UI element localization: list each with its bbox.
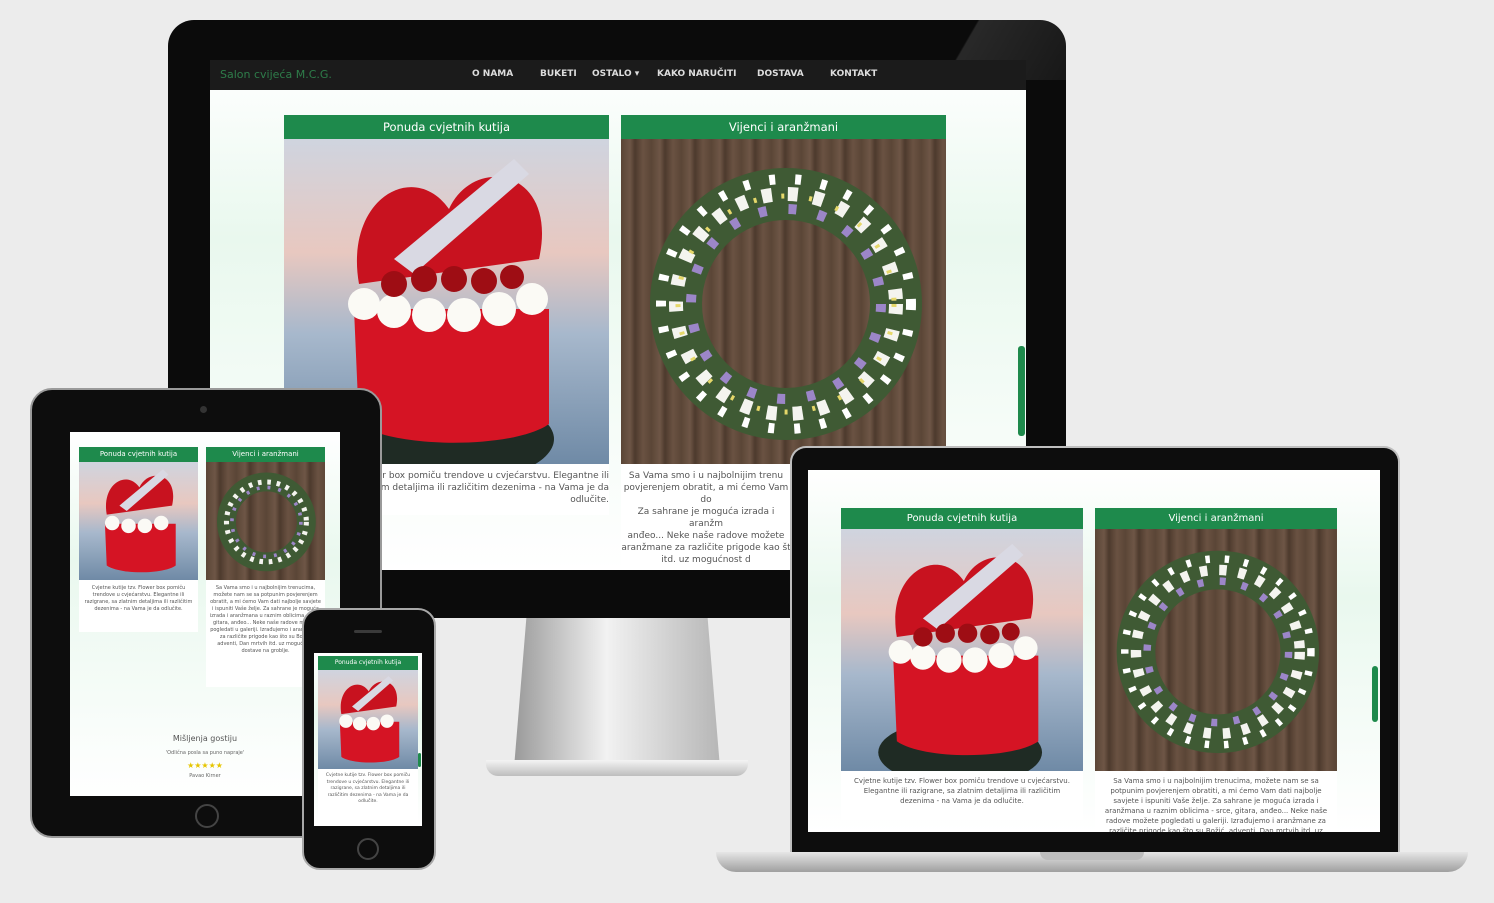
card-title-wreaths: Vijenci i aranžmani [621, 115, 946, 139]
nav-item-o-nama[interactable]: O NAMA [472, 69, 513, 79]
laptop-card-title-wreaths: Vijenci i aranžmani [1095, 508, 1337, 529]
phone-card-title-flower-boxes: Ponuda cvjetnih kutija [318, 656, 418, 670]
laptop-card-text-flower-boxes: Cvjetne kutije tzv. Flower box pomiču tr… [854, 777, 1070, 805]
tablet-heart-box-image [79, 462, 198, 580]
phone-device: Ponuda cvjetnih kutija Cvjetne kutije tz… [302, 608, 436, 870]
tablet-card-title-flower-boxes: Ponuda cvjetnih kutija [79, 447, 198, 462]
scrollbar-thumb[interactable] [1018, 346, 1025, 436]
brand-link[interactable]: Salon cvijeća M.C.G. [220, 68, 332, 81]
laptop-screen: Ponuda cvjetnih kutija Cvjetne kutije tz… [808, 470, 1380, 832]
phone-scrollbar-thumb[interactable] [418, 753, 421, 767]
nav-item-kontakt[interactable]: KONTAKT [830, 69, 877, 79]
wreath-image [621, 139, 946, 464]
tablet-camera [200, 406, 207, 413]
tablet-card-text-flower-boxes: Cvjetne kutije tzv. Flower box pomiču tr… [84, 585, 193, 612]
laptop-heart-box-image [841, 529, 1083, 771]
nav-item-kako-naruciti[interactable]: KAKO NARUČITI [657, 69, 736, 79]
testimonial-author: Pavao Kirner [189, 773, 221, 779]
monitor-stand-neck [514, 618, 720, 768]
nav-item-dostava[interactable]: DOSTAVA [757, 69, 804, 79]
laptop-card-text-wreaths: Sa Vama smo i u najbolnijim trenucima, m… [1104, 777, 1328, 832]
testimonial-stars: ★★★★★ [187, 761, 223, 770]
nav-item-ostalo[interactable]: OSTALO ▾ [592, 69, 639, 79]
laptop-device: Ponuda cvjetnih kutija Cvjetne kutije tz… [790, 446, 1400, 860]
card-text-wreaths: Sa Vama smo i u najbolnijim trenu povjer… [621, 471, 791, 565]
tablet-card-title-wreaths: Vijenci i aranžmani [206, 447, 325, 462]
testimonial-quote: 'Odlična posla sa puno napraje' [165, 750, 245, 756]
phone-home-button[interactable] [357, 838, 379, 860]
tablet-home-button[interactable] [195, 804, 219, 828]
phone-speaker [354, 630, 382, 633]
tablet-card-flower-boxes: Ponuda cvjetnih kutija Cvjetne kutije tz… [79, 447, 198, 632]
phone-card-text: Cvjetne kutije tzv. Flower box pomiču tr… [325, 773, 411, 804]
laptop-card-wreaths: Vijenci i aranžmani Sa Vama smo i u najb… [1095, 508, 1337, 832]
monitor-stand-base [486, 760, 748, 776]
tablet-wreath-image [206, 462, 325, 580]
testimonials-title: Mišljenja gostiju [172, 734, 238, 743]
phone-screen: Ponuda cvjetnih kutija Cvjetne kutije tz… [314, 653, 422, 826]
laptop-notch [1040, 852, 1144, 860]
tablet-screen: Ponuda cvjetnih kutija Cvjetne kutije tz… [70, 432, 340, 796]
phone-heart-box-image [318, 670, 418, 769]
laptop-card-title-flower-boxes: Ponuda cvjetnih kutija [841, 508, 1083, 529]
laptop-scrollbar-thumb[interactable] [1372, 666, 1378, 722]
laptop-card-flower-boxes: Ponuda cvjetnih kutija Cvjetne kutije tz… [841, 508, 1083, 820]
nav-item-buketi[interactable]: BUKETI [540, 69, 577, 79]
laptop-wreath-image [1095, 529, 1337, 771]
navbar: Salon cvijeća M.C.G. O NAMA BUKETI OSTAL… [210, 60, 1026, 90]
phone-card-flower-boxes: Ponuda cvjetnih kutija Cvjetne kutije tz… [318, 656, 418, 826]
card-title-flower-boxes: Ponuda cvjetnih kutija [284, 115, 609, 139]
